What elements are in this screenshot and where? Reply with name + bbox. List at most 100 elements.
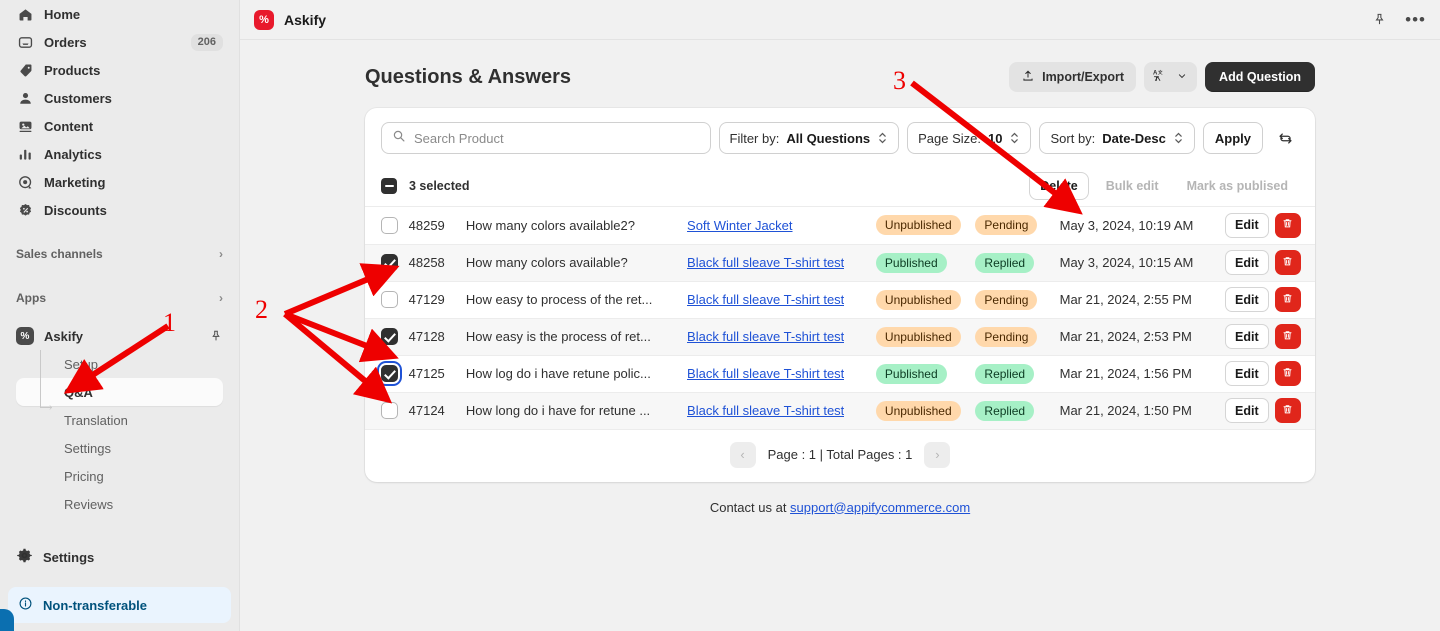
- bulk-edit-button[interactable]: Bulk edit: [1095, 172, 1170, 200]
- row-delete-button[interactable]: [1274, 324, 1301, 349]
- sidebar-item-translation[interactable]: Translation: [16, 406, 223, 434]
- sidebar-item-analytics[interactable]: Analytics: [8, 140, 231, 168]
- row-product-link[interactable]: Soft Winter Jacket: [687, 218, 792, 233]
- row-actions-cell: Edit: [1225, 318, 1315, 356]
- sidebar-item-home[interactable]: Home: [8, 0, 231, 28]
- page-header-actions: Import/Export A文 Add Question: [1009, 62, 1315, 92]
- sidebar-item-setup[interactable]: Setup: [16, 350, 223, 378]
- row-checkbox[interactable]: [381, 328, 398, 346]
- table-row: 48259 How many colors available2? Soft W…: [365, 207, 1315, 245]
- trash-icon: [1281, 366, 1294, 382]
- chevron-right-icon[interactable]: ›: [924, 441, 951, 468]
- row-reply-cell: Pending: [975, 281, 1060, 319]
- import-export-button[interactable]: Import/Export: [1009, 62, 1137, 92]
- row-delete-button[interactable]: [1274, 212, 1301, 238]
- row-delete-button[interactable]: [1274, 361, 1301, 386]
- row-publish-cell: Published: [875, 244, 976, 282]
- sidebar-item-marketing[interactable]: Marketing: [8, 168, 231, 196]
- non-transferable-badge[interactable]: Non-transferable: [8, 587, 231, 623]
- sidebar-item-products[interactable]: Products: [8, 56, 231, 84]
- language-select-button[interactable]: A文: [1144, 62, 1198, 92]
- search-icon: [392, 129, 406, 148]
- row-checkbox[interactable]: [381, 365, 398, 383]
- sidebar-subitem-label: Reviews: [64, 496, 114, 512]
- row-checkbox[interactable]: [381, 291, 398, 309]
- support-email-link[interactable]: support@appifycommerce.com: [790, 500, 970, 515]
- page-header: Questions & Answers Import/Export A文 Add…: [365, 62, 1315, 108]
- chevron-left-icon[interactable]: ‹: [729, 441, 756, 468]
- row-id: 48258: [408, 244, 466, 282]
- pin-icon[interactable]: [1372, 12, 1387, 27]
- row-checkbox[interactable]: [381, 254, 398, 272]
- chevron-right-icon: ›: [219, 247, 223, 261]
- row-edit-button[interactable]: Edit: [1225, 250, 1269, 275]
- row-publish-cell: Unpublished: [875, 318, 976, 356]
- sidebar-app-subitems: › Setup Q&A Translation Settings Pricing: [8, 350, 231, 518]
- row-edit-button[interactable]: Edit: [1225, 398, 1269, 423]
- sidebar-section-apps[interactable]: Apps ›: [8, 284, 231, 312]
- sidebar-section-sales-channels[interactable]: Sales channels ›: [8, 240, 231, 268]
- sidebar-item-pricing[interactable]: Pricing: [16, 462, 223, 490]
- filter-by-select[interactable]: Filter by: All Questions: [718, 122, 900, 154]
- row-delete-button[interactable]: [1274, 250, 1301, 275]
- apply-button[interactable]: Apply: [1202, 122, 1263, 154]
- row-checkbox[interactable]: [381, 402, 398, 420]
- sidebar-item-label: Home: [44, 6, 81, 22]
- more-dots-icon[interactable]: •••: [1405, 11, 1426, 28]
- row-product-link[interactable]: Black full sleave T-shirt test: [687, 292, 844, 307]
- sidebar-subitem-label: Translation: [64, 412, 128, 428]
- sort-by-label: Sort by:: [1050, 130, 1096, 146]
- delete-button[interactable]: Delete: [1029, 172, 1089, 200]
- trash-icon: [1281, 292, 1294, 308]
- search-product-field[interactable]: [381, 122, 711, 154]
- row-delete-button[interactable]: [1274, 287, 1301, 312]
- row-question-text: How easy is the process of ret...: [465, 329, 651, 344]
- row-edit-button[interactable]: Edit: [1225, 324, 1269, 349]
- row-question-text: How easy to process of the ret...: [465, 292, 653, 307]
- page-size-select[interactable]: Page Size: 10: [907, 122, 1032, 154]
- sidebar-subitem-label: Settings: [64, 440, 111, 456]
- sidebar-item-reviews[interactable]: Reviews: [16, 490, 223, 518]
- row-edit-button[interactable]: Edit: [1225, 287, 1269, 312]
- search-input[interactable]: [414, 130, 700, 146]
- sidebar-app-askify[interactable]: % Askify: [8, 322, 231, 350]
- refresh-icon[interactable]: [1271, 123, 1299, 153]
- sidebar-item-global-settings[interactable]: Settings: [8, 543, 231, 571]
- sidebar-item-orders[interactable]: Orders 206: [8, 28, 231, 56]
- questions-table-body: 48259 How many colors available2? Soft W…: [365, 207, 1315, 430]
- sidebar-item-settings[interactable]: Settings: [16, 434, 223, 462]
- row-edit-button[interactable]: Edit: [1225, 361, 1269, 386]
- sidebar-item-content[interactable]: Content: [8, 112, 231, 140]
- row-edit-button[interactable]: Edit: [1225, 212, 1269, 238]
- row-id: 47129: [408, 281, 466, 319]
- row-checkbox-cell: [365, 318, 409, 356]
- sidebar-item-customers[interactable]: Customers: [8, 84, 231, 112]
- sidebar-item-discounts[interactable]: Discounts: [8, 196, 231, 224]
- sidebar-item-qa[interactable]: Q&A: [16, 378, 223, 406]
- row-reply-cell: Replied: [975, 355, 1060, 393]
- row-delete-button[interactable]: [1274, 398, 1301, 423]
- products-tag-icon: [16, 61, 34, 79]
- row-product-cell: Soft Winter Jacket: [687, 207, 876, 245]
- questions-card: Filter by: All Questions Page Size: 10: [365, 108, 1315, 482]
- row-checkbox-cell: [365, 207, 409, 245]
- row-product-cell: Black full sleave T-shirt test: [687, 318, 876, 356]
- row-product-link[interactable]: Black full sleave T-shirt test: [687, 366, 844, 381]
- pagination: ‹ Page : 1 | Total Pages : 1 ›: [365, 430, 1315, 482]
- row-date: Mar 21, 2024, 2:55 PM: [1059, 281, 1226, 319]
- row-checkbox[interactable]: [381, 216, 398, 234]
- row-product-link[interactable]: Black full sleave T-shirt test: [687, 329, 844, 344]
- row-date: Mar 21, 2024, 1:56 PM: [1059, 355, 1226, 393]
- row-product-link[interactable]: Black full sleave T-shirt test: [687, 403, 844, 418]
- row-checkbox-cell: [365, 392, 409, 430]
- sidebar-section-label: Sales channels: [16, 247, 103, 261]
- row-product-link[interactable]: Black full sleave T-shirt test: [687, 255, 844, 270]
- add-question-button[interactable]: Add Question: [1205, 62, 1315, 92]
- pin-icon[interactable]: [209, 329, 223, 343]
- row-question: How easy is the process of ret...: [465, 318, 688, 356]
- select-all-checkbox[interactable]: [381, 178, 397, 194]
- sort-by-select[interactable]: Sort by: Date-Desc: [1039, 122, 1195, 154]
- mark-as-published-button[interactable]: Mark as publised: [1176, 172, 1299, 200]
- topbar-actions: •••: [1372, 11, 1426, 28]
